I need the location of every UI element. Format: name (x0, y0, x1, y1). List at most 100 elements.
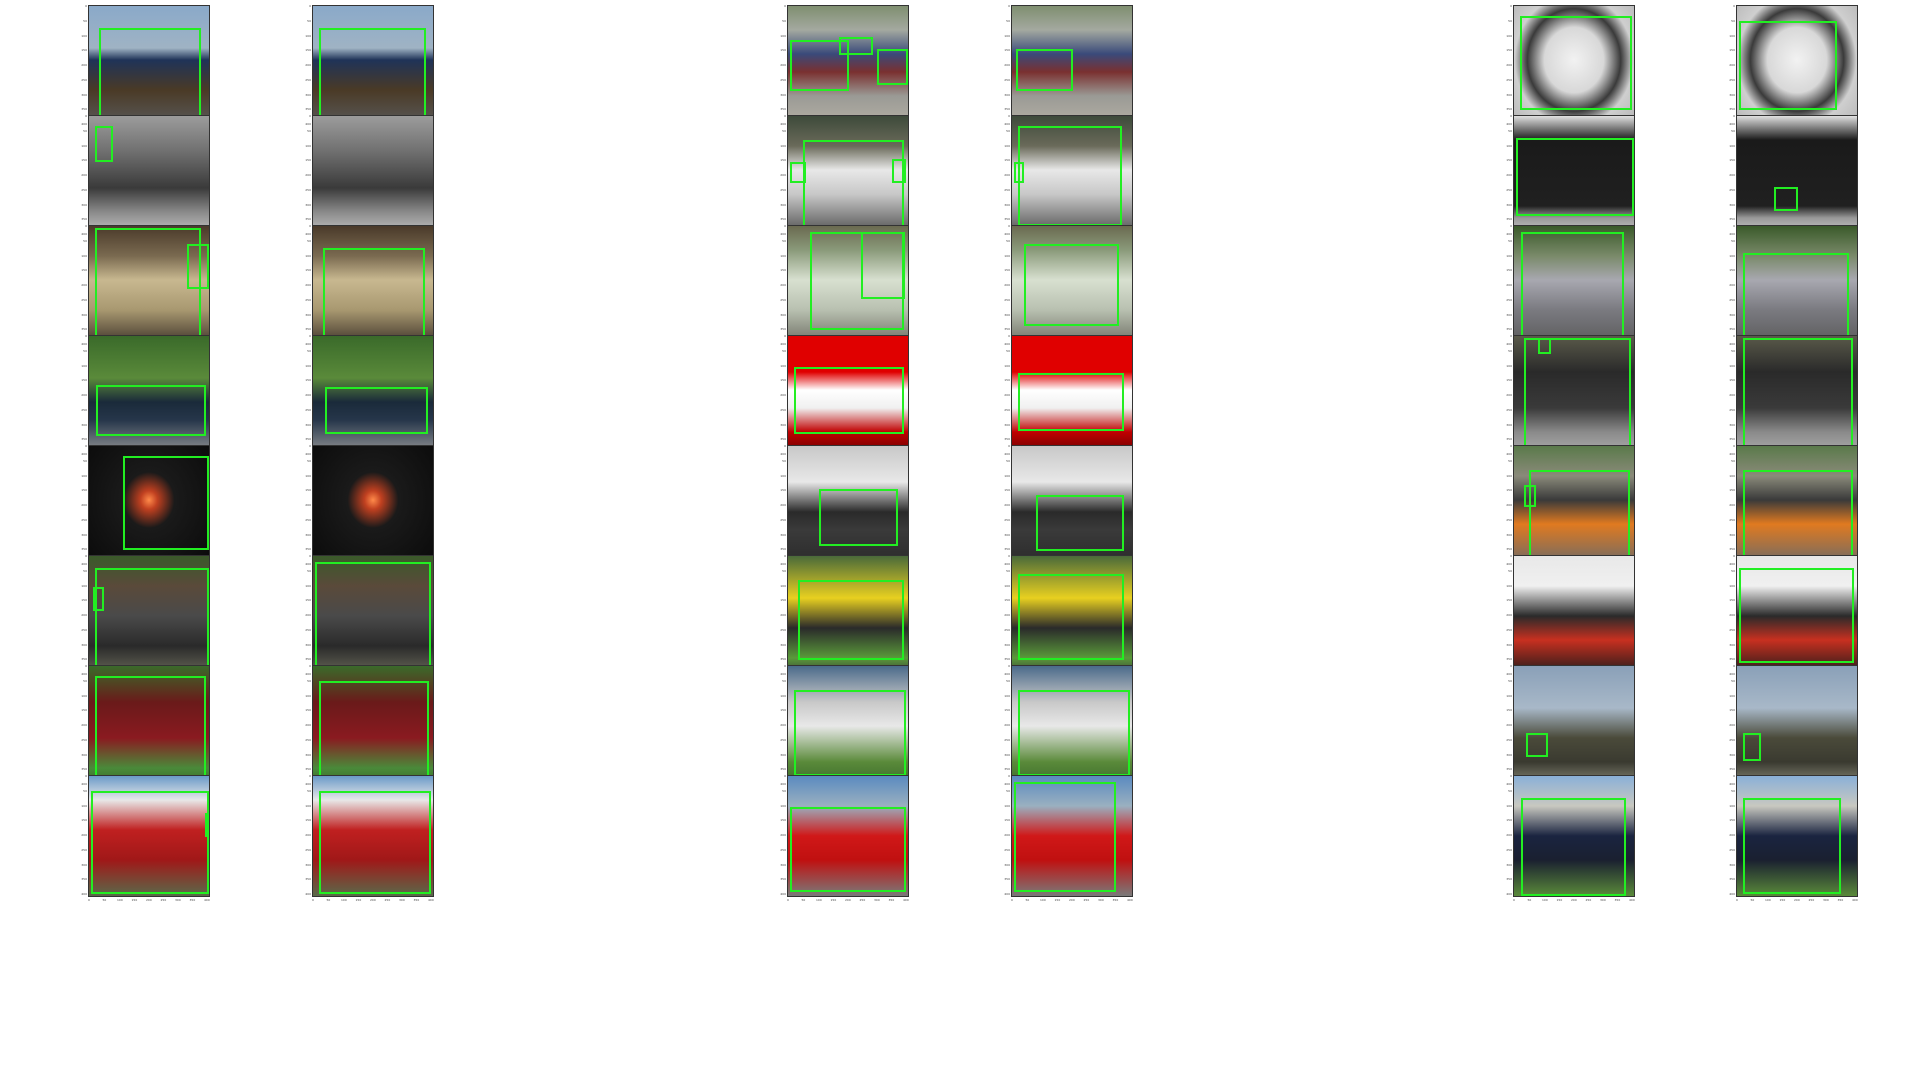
y-tick-label: 250 (1506, 407, 1512, 412)
bounding-box (319, 27, 427, 126)
image-plot (1513, 335, 1635, 457)
y-tick-label: 50 (1006, 788, 1010, 793)
detection-results-grid: 0 50 100 150 200 250 300 350 400 0 50 100 150 200 250 3… (0, 0, 1920, 1080)
y-tick-label: 100 (81, 33, 87, 38)
y-tick-label: 100 (1506, 363, 1512, 368)
y-tick-label: 0 (784, 224, 786, 228)
y-tick-label: 200 (1004, 723, 1010, 727)
y-tick-label: 150 (81, 708, 87, 713)
y-tick-label: 250 (780, 407, 786, 412)
y-tick-label: 200 (81, 283, 87, 287)
x-tick-label: 0 (1011, 898, 1013, 902)
y-tick-label: 200 (1004, 283, 1010, 287)
y-tick-label: 150 (1004, 378, 1010, 383)
y-axis-ticks: 0 50 100 150 200 250 300 350 400 (80, 225, 88, 347)
image-plot (787, 665, 909, 787)
bounding-box (322, 247, 426, 345)
y-tick-label: 300 (1004, 312, 1010, 317)
image-plot (1011, 555, 1133, 677)
y-tick-label: 350 (305, 217, 311, 222)
y-axis-ticks: 0 50 100 150 200 250 300 350 400 (1728, 5, 1736, 127)
y-tick-label: 50 (782, 238, 786, 243)
x-axis-ticks: 0 50 100 150 200 250 300 350 400 (88, 898, 210, 904)
y-tick-label: 250 (780, 627, 786, 632)
bounding-box (1739, 20, 1838, 110)
y-tick-label: 150 (305, 378, 311, 383)
y-tick-label: 350 (1729, 437, 1735, 442)
y-tick-label: 0 (1510, 444, 1512, 448)
y-tick-label: 100 (1004, 473, 1010, 478)
x-axis-ticks: 0 50 100 150 200 250 300 350 400 (312, 898, 434, 904)
x-tick-label: 200 (1069, 898, 1075, 902)
y-tick-label: 150 (305, 268, 311, 273)
y-tick-label: 300 (1506, 202, 1512, 207)
y-tick-label: 0 (85, 774, 87, 778)
y-tick-label: 0 (1733, 334, 1735, 338)
y-tick-label: 50 (307, 788, 311, 793)
bounding-box (797, 580, 904, 660)
y-axis-ticks: 0 50 100 150 200 250 300 350 400 (1728, 665, 1736, 787)
bounding-box (1516, 137, 1634, 217)
y-axis-ticks: 0 50 100 150 200 250 300 350 400 (1505, 775, 1513, 897)
y-tick-label: 200 (780, 283, 786, 287)
y-tick-label: 350 (81, 217, 87, 222)
y-tick-label: 350 (1729, 657, 1735, 662)
y-tick-label: 150 (1004, 488, 1010, 493)
y-tick-label: 100 (1506, 693, 1512, 698)
y-tick-label: 150 (780, 268, 786, 273)
image-plot (312, 225, 434, 347)
x-tick-label: 50 (102, 898, 107, 902)
y-tick-label: 250 (1729, 187, 1735, 192)
y-tick-label: 300 (1729, 202, 1735, 207)
y-tick-label: 0 (309, 4, 311, 8)
y-tick-label: 50 (1006, 678, 1010, 683)
y-tick-label: 0 (1510, 334, 1512, 338)
y-tick-label: 350 (81, 437, 87, 442)
y-tick-label: 150 (81, 488, 87, 493)
x-tick-label: 150 (1556, 898, 1563, 902)
y-tick-label: 350 (305, 767, 311, 772)
y-tick-label: 150 (1506, 158, 1512, 163)
image-plot (1513, 775, 1635, 897)
x-tick-label: 250 (1808, 898, 1815, 902)
y-tick-label: 300 (305, 532, 311, 537)
y-tick-label: 200 (305, 283, 311, 287)
x-tick-label: 50 (801, 898, 806, 902)
y-tick-label: 100 (1004, 693, 1010, 698)
y-tick-label: 0 (1510, 224, 1512, 228)
image-plot (1736, 225, 1858, 347)
y-tick-label: 0 (1510, 4, 1512, 8)
y-axis-ticks: 0 50 100 150 200 250 300 350 400 (779, 5, 787, 127)
y-tick-label: 50 (782, 788, 786, 793)
y-tick-label: 300 (81, 92, 87, 97)
y-tick-label: 100 (305, 143, 311, 148)
y-tick-label: 250 (780, 737, 786, 742)
car-photo (1737, 116, 1857, 236)
y-tick-label: 200 (305, 173, 311, 177)
y-tick-label: 0 (1008, 554, 1010, 558)
y-tick-label: 300 (81, 312, 87, 317)
y-axis-ticks: 0 50 100 150 200 250 300 350 400 (1728, 445, 1736, 567)
y-tick-label: 350 (1729, 877, 1735, 882)
y-tick-label: 100 (1004, 803, 1010, 808)
y-tick-label: 150 (81, 378, 87, 383)
x-tick-label: 200 (1571, 898, 1577, 902)
y-tick-label: 200 (1729, 393, 1735, 397)
y-tick-label: 250 (1729, 737, 1735, 742)
y-tick-label: 100 (305, 33, 311, 38)
y-tick-label: 150 (1004, 268, 1010, 273)
y-axis-ticks: 0 50 100 150 200 250 300 350 400 (1003, 115, 1011, 237)
y-tick-label: 250 (1506, 77, 1512, 82)
image-plot (312, 665, 434, 787)
y-tick-label: 150 (1506, 48, 1512, 53)
image-plot (1011, 775, 1133, 897)
y-tick-label: 250 (1004, 297, 1010, 302)
y-tick-label: 300 (780, 532, 786, 537)
y-tick-label: 0 (85, 554, 87, 558)
y-tick-label: 50 (1006, 128, 1010, 133)
y-axis-ticks: 0 50 100 150 200 250 300 350 400 (304, 335, 312, 457)
y-tick-label: 100 (1729, 33, 1735, 38)
image-plot (1736, 5, 1858, 127)
y-tick-label: 300 (780, 422, 786, 427)
y-tick-label: 300 (81, 422, 87, 427)
